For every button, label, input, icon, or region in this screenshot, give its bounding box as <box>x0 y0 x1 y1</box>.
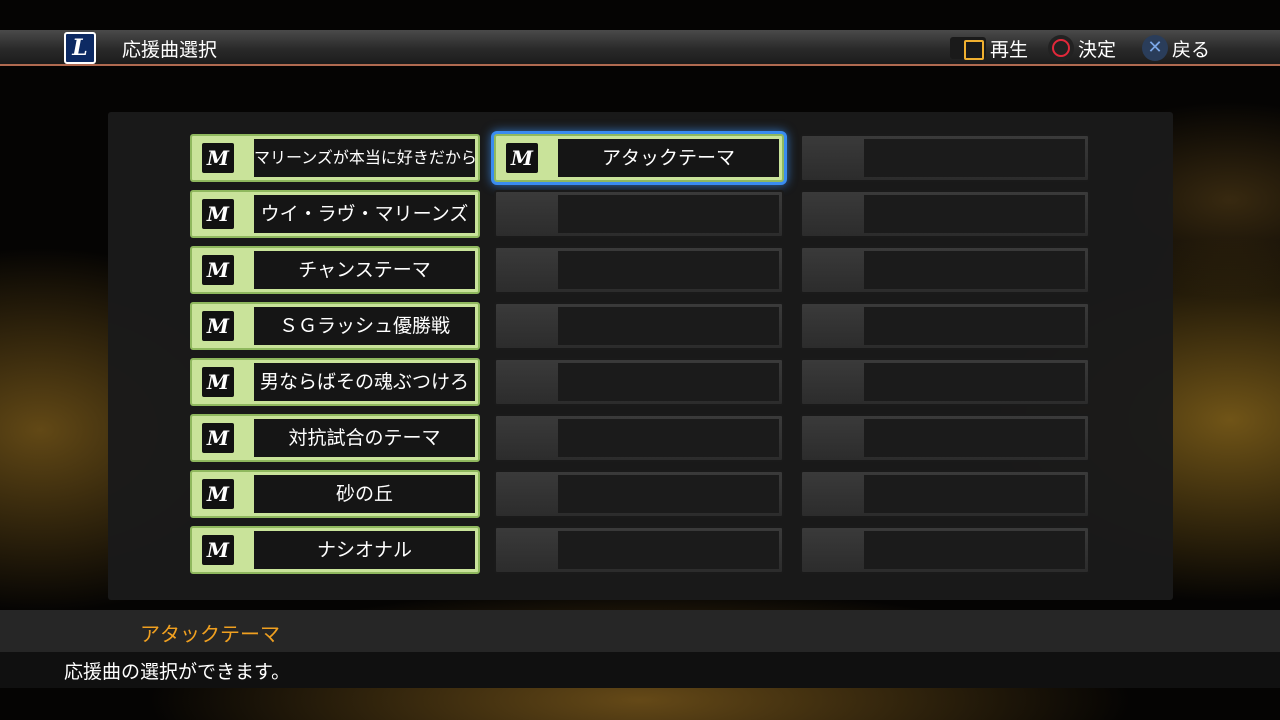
empty-slot-label-area <box>864 251 1085 289</box>
song-slot-selected[interactable]: M アタックテーマ <box>494 134 784 182</box>
marines-m-icon: M <box>202 311 234 341</box>
empty-slot-label-area <box>864 307 1085 345</box>
song-title: マリーンズが本当に好きだから <box>254 139 475 177</box>
marines-m-icon: M <box>202 479 234 509</box>
description-text: 応援曲の選択ができます。 <box>64 661 291 683</box>
marines-m-icon: M <box>202 143 234 173</box>
empty-song-slot[interactable] <box>800 414 1090 462</box>
song-title: 対抗試合のテーマ <box>254 419 475 457</box>
empty-song-slot[interactable] <box>800 470 1090 518</box>
empty-slot-label-area <box>558 251 779 289</box>
song-slot[interactable]: M 対抗試合のテーマ <box>190 414 480 462</box>
empty-slot-label-area <box>558 475 779 513</box>
song-title: 砂の丘 <box>254 475 475 513</box>
song-column-2: M アタックテーマ <box>494 134 784 582</box>
empty-song-slot[interactable] <box>800 526 1090 574</box>
song-title: アタックテーマ <box>558 139 779 177</box>
back-hint-label: 戻る <box>1172 38 1211 61</box>
cross-button-icon: ✕ <box>1142 35 1168 61</box>
description-bar: 応援曲の選択ができます。 <box>0 652 1280 688</box>
empty-slot-label-area <box>558 531 779 569</box>
selected-song-title: アタックテーマ <box>140 622 280 646</box>
empty-song-slot[interactable] <box>494 190 784 238</box>
empty-song-slot[interactable] <box>494 470 784 518</box>
empty-song-slot[interactable] <box>800 358 1090 406</box>
marines-m-icon: M <box>202 367 234 397</box>
song-slot[interactable]: M チャンステーマ <box>190 246 480 294</box>
song-slot[interactable]: M 男ならばその魂ぶつけろ <box>190 358 480 406</box>
empty-slot-label-area <box>864 531 1085 569</box>
marines-m-icon: M <box>202 423 234 453</box>
empty-slot-label-area <box>864 419 1085 457</box>
marines-m-icon: M <box>202 255 234 285</box>
play-hint[interactable]: 再生 <box>950 34 1028 62</box>
empty-song-slot[interactable] <box>494 246 784 294</box>
song-title: チャンステーマ <box>254 251 475 289</box>
empty-slot-label-area <box>864 475 1085 513</box>
song-title: ウイ・ラヴ・マリーンズ <box>254 195 475 233</box>
song-column-1: M マリーンズが本当に好きだから M ウイ・ラヴ・マリーンズ M チャンステーマ M ＳＧラッ… <box>190 134 480 582</box>
square-button-icon <box>950 37 986 60</box>
confirm-hint-label: 決定 <box>1078 38 1117 61</box>
empty-song-slot[interactable] <box>494 414 784 462</box>
empty-slot-label-area <box>558 307 779 345</box>
song-slot[interactable]: M マリーンズが本当に好きだから <box>190 134 480 182</box>
marines-m-icon: M <box>202 535 234 565</box>
marines-m-icon: M <box>506 143 538 173</box>
song-slot[interactable]: M 砂の丘 <box>190 470 480 518</box>
empty-song-slot[interactable] <box>800 246 1090 294</box>
header-bar: L 応援曲選択 再生 決定 ✕ 戻る <box>0 30 1280 66</box>
song-title: 男ならばその魂ぶつけろ <box>254 363 475 401</box>
info-bar: アタックテーマ <box>0 610 1280 652</box>
empty-slot-label-area <box>864 363 1085 401</box>
song-selection-panel: M マリーンズが本当に好きだから M ウイ・ラヴ・マリーンズ M チャンステーマ M ＳＧラッ… <box>108 112 1173 600</box>
empty-slot-label-area <box>558 195 779 233</box>
empty-song-slot[interactable] <box>494 358 784 406</box>
empty-slot-label-area <box>558 363 779 401</box>
play-hint-label: 再生 <box>990 38 1029 61</box>
screen-title: 応援曲選択 <box>122 39 218 61</box>
empty-song-slot[interactable] <box>800 190 1090 238</box>
song-slot[interactable]: M ＳＧラッシュ優勝戦 <box>190 302 480 350</box>
empty-song-slot[interactable] <box>800 302 1090 350</box>
empty-slot-label-area <box>864 139 1085 177</box>
empty-song-slot[interactable] <box>494 302 784 350</box>
empty-slot-label-area <box>558 419 779 457</box>
circle-button-icon <box>1048 35 1074 61</box>
song-title: ＳＧラッシュ優勝戦 <box>254 307 475 345</box>
back-hint[interactable]: ✕ 戻る <box>1142 34 1210 62</box>
song-column-3 <box>800 134 1090 582</box>
marines-m-icon: M <box>202 199 234 229</box>
empty-slot-label-area <box>864 195 1085 233</box>
song-title: ナシオナル <box>254 531 475 569</box>
empty-song-slot[interactable] <box>800 134 1090 182</box>
empty-song-slot[interactable] <box>494 526 784 574</box>
song-slot[interactable]: M ウイ・ラヴ・マリーンズ <box>190 190 480 238</box>
confirm-hint[interactable]: 決定 <box>1048 34 1116 62</box>
song-slot[interactable]: M ナシオナル <box>190 526 480 574</box>
team-logo-icon: L <box>64 32 96 64</box>
